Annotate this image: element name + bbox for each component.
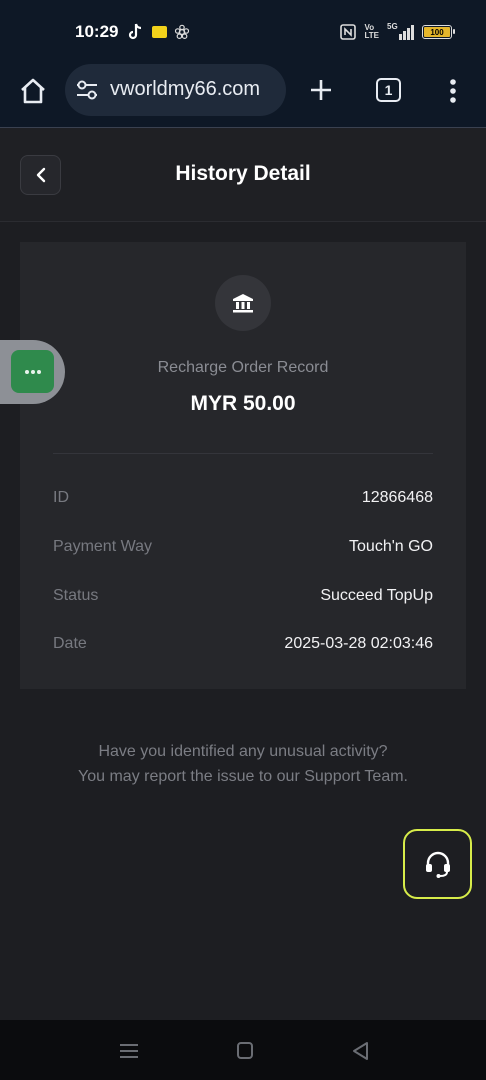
row-label: Status [53, 587, 99, 604]
bank-icon [215, 275, 271, 331]
status-bar: 10:29 Vo LTE 5G 100 [0, 0, 486, 64]
plus-icon[interactable] [306, 75, 336, 105]
detail-row-id: ID 12866468 [53, 486, 433, 510]
tab-count: 1 [384, 82, 393, 98]
tabs-icon[interactable]: 1 [376, 78, 401, 102]
divider [53, 453, 433, 454]
row-value: Succeed TopUp [320, 587, 433, 604]
page-header: History Detail [0, 128, 486, 222]
more-vert-icon[interactable] [443, 76, 463, 106]
row-value: Touch'n GO [349, 538, 433, 555]
status-time: 10:29 [75, 22, 119, 41]
row-value: 2025-03-28 02:03:46 [284, 635, 433, 652]
recents-icon[interactable] [117, 1040, 141, 1062]
record-subtitle: Recharge Order Record [157, 359, 329, 376]
notice-line-1: Have you identified any unusual activity… [98, 743, 388, 760]
url-bar[interactable]: vworldmy66.com [65, 64, 286, 116]
page-title: History Detail [175, 162, 311, 185]
detail-row-date: Date 2025-03-28 02:03:46 [53, 632, 433, 656]
url-text[interactable]: vworldmy66.com [110, 78, 260, 101]
home-icon[interactable] [18, 76, 48, 106]
support-button[interactable] [403, 829, 472, 899]
signal-icon: 5G [387, 22, 414, 40]
row-label: ID [53, 489, 69, 506]
system-nav-bar [0, 1020, 486, 1080]
record-card: Recharge Order Record MYR 50.00 ID 12866… [20, 242, 466, 689]
back-nav-icon[interactable] [349, 1040, 373, 1062]
notice-line-2: You may report the issue to our Support … [78, 768, 408, 785]
network-type: 5G [387, 22, 398, 31]
headset-icon [423, 849, 453, 879]
row-label: Date [53, 635, 87, 652]
row-value: 12866468 [361, 489, 433, 506]
battery-icon: 100 [422, 25, 455, 39]
detail-row-payment-way: Payment Way Touch'n GO [53, 535, 433, 559]
chat-dots-icon[interactable] [11, 350, 54, 393]
home-nav-icon[interactable] [233, 1040, 257, 1062]
browser-toolbar: vworldmy66.com 1 [0, 64, 486, 128]
site-settings-icon[interactable] [75, 79, 99, 101]
record-amount: MYR 50.00 [190, 392, 296, 415]
flower-icon [174, 22, 190, 42]
status-right-group: Vo LTE 5G 100 [340, 22, 455, 42]
nfc-icon [340, 24, 357, 40]
volte-icon: Vo LTE [364, 23, 379, 40]
floating-chat-tab[interactable] [0, 340, 65, 404]
support-notice: Have you identified any unusual activity… [0, 739, 486, 789]
battery-level: 100 [424, 27, 450, 37]
row-label: Payment Way [53, 538, 152, 555]
tiktok-icon [126, 22, 144, 42]
detail-row-status: Status Succeed TopUp [53, 584, 433, 608]
app-notification-icon [151, 22, 167, 42]
